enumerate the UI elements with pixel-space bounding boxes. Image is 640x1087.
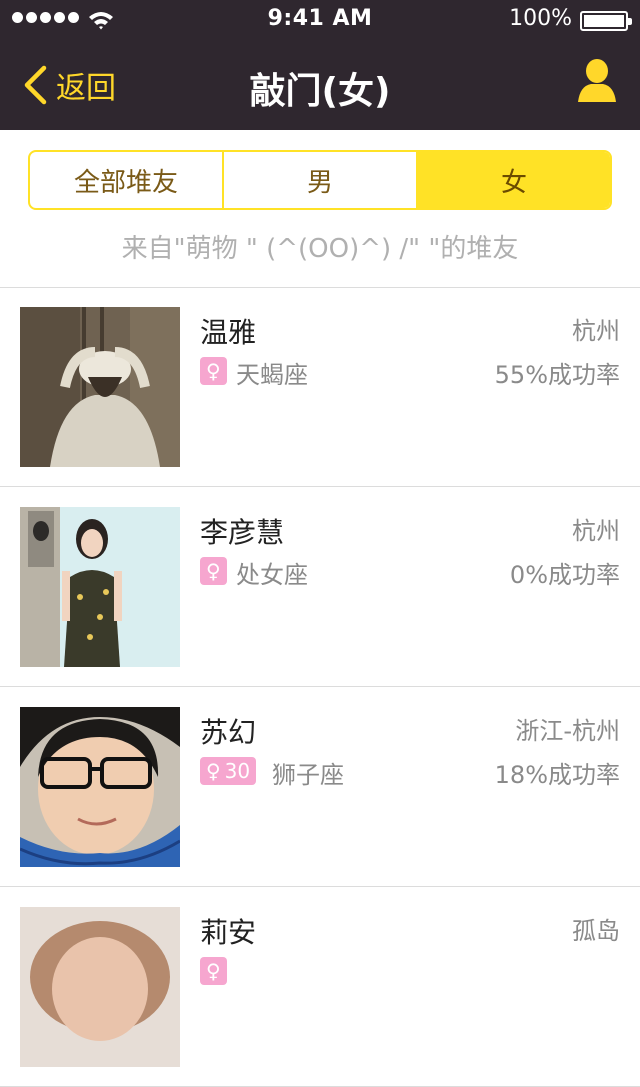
gender-badge: ♀ — [200, 557, 227, 585]
user-zodiac: 处女座 — [236, 561, 308, 589]
user-age: 30 — [224, 759, 251, 783]
gender-badge: ♀ — [200, 957, 227, 985]
battery-percentage: 100% — [509, 6, 572, 31]
user-name: 莉安 — [200, 916, 257, 949]
segment-female[interactable]: 女 — [416, 152, 610, 208]
user-name: 李彦慧 — [200, 516, 285, 549]
segment-male[interactable]: 男 — [222, 152, 416, 208]
user-profile-icon[interactable] — [576, 58, 618, 104]
user-name: 温雅 — [200, 316, 257, 349]
success-rate: 55%成功率 — [494, 361, 620, 389]
success-rate: 0%成功率 — [509, 561, 620, 589]
page-title: 敲门(女) — [249, 71, 391, 112]
navigation-bar: 返回 敲门(女) — [0, 40, 640, 130]
segment-all[interactable]: 全部堆友 — [30, 152, 222, 208]
status-bar: 9:41 AM 100% — [0, 0, 640, 40]
source-subtitle: 来自"萌物 " (^(OO)^) /" "的堆友 — [121, 234, 519, 264]
user-list-item[interactable]: 温雅 杭州 ♀ 天蝎座 55%成功率 — [0, 287, 640, 487]
user-city: 杭州 — [572, 317, 620, 345]
battery-icon — [580, 11, 632, 31]
user-list-item[interactable]: 莉安 孤岛 ♀ — [0, 887, 640, 1087]
success-rate: 18%成功率 — [494, 761, 620, 789]
user-list: 温雅 杭州 ♀ 天蝎座 55%成功率 李彦慧 杭州 ♀ 处女座 0%成功率 苏幻… — [0, 287, 640, 1087]
female-icon: ♀ — [206, 759, 221, 783]
gender-badge: ♀ — [200, 357, 227, 385]
female-icon: ♀ — [206, 959, 221, 983]
user-name: 苏幻 — [200, 716, 257, 749]
female-icon: ♀ — [206, 359, 221, 383]
gender-filter-segmented-control: 全部堆友 男 女 — [28, 150, 612, 210]
user-zodiac: 狮子座 — [272, 761, 344, 789]
avatar — [20, 507, 180, 667]
female-icon: ♀ — [206, 559, 221, 583]
gender-badge: ♀ 30 — [200, 757, 257, 785]
top-bar: 9:41 AM 100% 返回 敲门(女) — [0, 0, 640, 130]
user-city: 浙江-杭州 — [515, 717, 620, 745]
user-list-item[interactable]: 苏幻 浙江-杭州 ♀ 30 狮子座 18%成功率 — [0, 687, 640, 887]
user-list-item[interactable]: 李彦慧 杭州 ♀ 处女座 0%成功率 — [0, 487, 640, 687]
user-city: 孤岛 — [572, 917, 620, 945]
avatar — [20, 907, 180, 1067]
user-zodiac: 天蝎座 — [236, 361, 308, 389]
user-city: 杭州 — [572, 517, 620, 545]
avatar — [20, 307, 180, 467]
avatar — [20, 707, 180, 867]
